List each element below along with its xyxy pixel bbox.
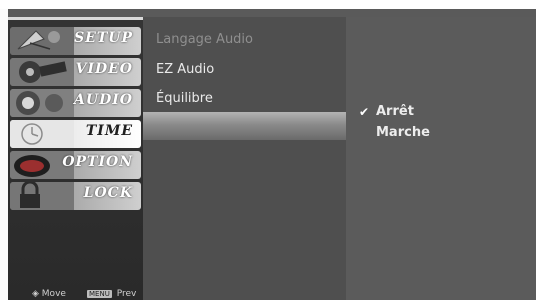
audio-submenu-panel: Langage Audio EZ Audio Équilibre — [143, 17, 346, 300]
options-panel: ✔ Arrêt Marche — [346, 17, 536, 300]
film-reel-icon — [10, 58, 74, 86]
submenu-item-ez-audio[interactable]: EZ Audio — [156, 62, 214, 77]
selection-highlight[interactable] — [143, 112, 346, 140]
check-icon: ✔ — [359, 105, 370, 119]
clock-icon — [10, 120, 74, 148]
menu-item-label: TIME — [85, 123, 133, 139]
satellite-dish-icon — [10, 27, 74, 55]
padlock-icon — [10, 182, 74, 210]
menu-item-video[interactable]: VIDEO — [10, 58, 141, 86]
move-hint-label: Move — [41, 289, 66, 299]
nav-hints: ◈ Move MENU Prev — [32, 289, 142, 303]
prev-hint: MENU Prev — [87, 289, 136, 299]
dpad-icon: ◈ — [32, 289, 39, 299]
top-border — [0, 0, 536, 9]
menu-item-lock[interactable]: LOCK — [10, 182, 141, 210]
menu-key-icon: MENU — [87, 290, 112, 298]
submenu-item-equilibre[interactable]: Équilibre — [156, 91, 213, 106]
menu-item-label: LOCK — [83, 185, 133, 201]
menu-item-audio[interactable]: AUDIO — [10, 89, 141, 117]
menu-item-setup[interactable]: SETUP — [10, 27, 141, 55]
menu-item-option[interactable]: OPTION — [10, 151, 141, 179]
tv-screen: SETUP VIDEO AUDIO TIME OPTION LOCK ◈ Mov… — [0, 0, 536, 300]
option-marche[interactable]: Marche — [376, 125, 430, 140]
prev-hint-label: Prev — [116, 289, 137, 299]
panel-rim — [8, 17, 143, 20]
menu-item-label: AUDIO — [74, 92, 133, 108]
main-menu-panel: SETUP VIDEO AUDIO TIME OPTION LOCK ◈ Mov… — [8, 17, 143, 300]
option-arret[interactable]: Arrêt — [376, 104, 414, 119]
menu-item-label: VIDEO — [75, 61, 133, 77]
menu-item-label: OPTION — [62, 154, 133, 170]
move-hint: ◈ Move — [32, 289, 66, 299]
speaker-icon — [10, 89, 74, 117]
submenu-item-langage-audio: Langage Audio — [156, 32, 253, 47]
menu-item-label: SETUP — [74, 30, 133, 46]
menu-item-time[interactable]: TIME — [10, 120, 141, 148]
